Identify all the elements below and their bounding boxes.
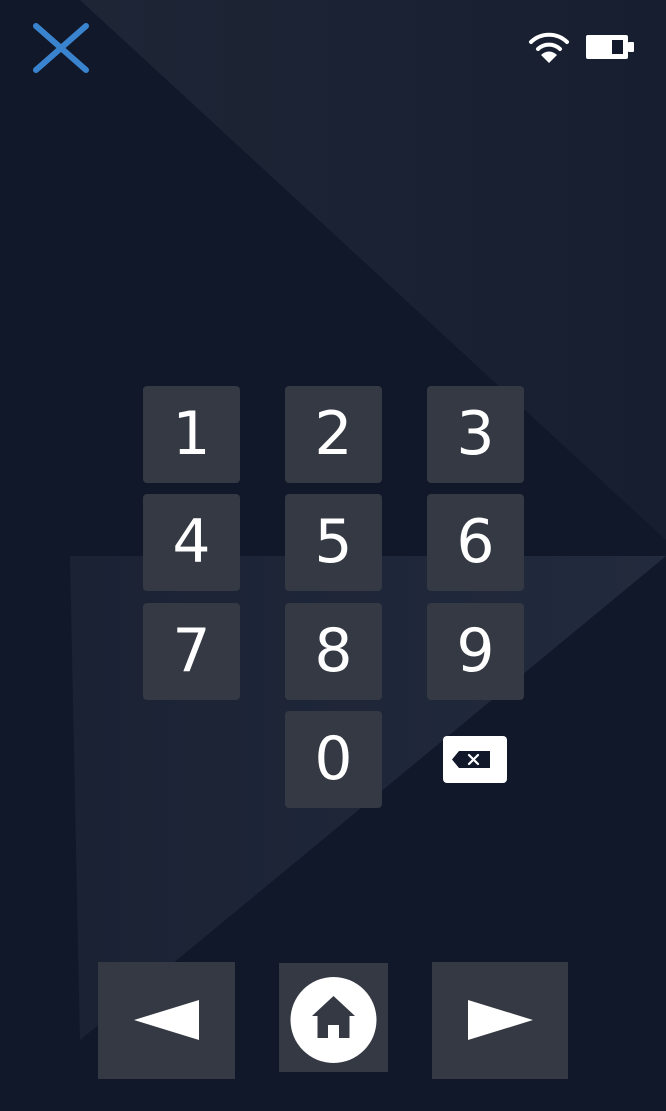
wifi-status (528, 30, 570, 64)
key-2[interactable]: 2 (285, 386, 382, 483)
forward-button[interactable] (432, 962, 568, 1079)
home-icon (290, 977, 377, 1063)
close-button[interactable] (30, 22, 92, 76)
key-6[interactable]: 6 (427, 494, 524, 591)
key-7[interactable]: 7 (143, 603, 240, 700)
backspace-button[interactable] (443, 736, 507, 783)
key-1[interactable]: 1 (143, 386, 240, 483)
back-button[interactable] (98, 962, 235, 1079)
forward-arrow-icon (468, 1000, 533, 1040)
key-8[interactable]: 8 (285, 603, 382, 700)
home-button[interactable] (279, 963, 388, 1072)
keypad-screen: 1 2 3 4 5 6 7 8 9 0 (0, 0, 666, 1111)
key-9[interactable]: 9 (427, 603, 524, 700)
wifi-icon (529, 32, 569, 63)
key-5[interactable]: 5 (285, 494, 382, 591)
close-icon (33, 23, 89, 73)
back-arrow-icon (134, 1000, 199, 1040)
battery-icon (586, 35, 634, 59)
key-3[interactable]: 3 (427, 386, 524, 483)
key-0[interactable]: 0 (285, 711, 382, 808)
battery-status (584, 33, 638, 61)
backspace-icon (452, 751, 490, 768)
key-4[interactable]: 4 (143, 494, 240, 591)
